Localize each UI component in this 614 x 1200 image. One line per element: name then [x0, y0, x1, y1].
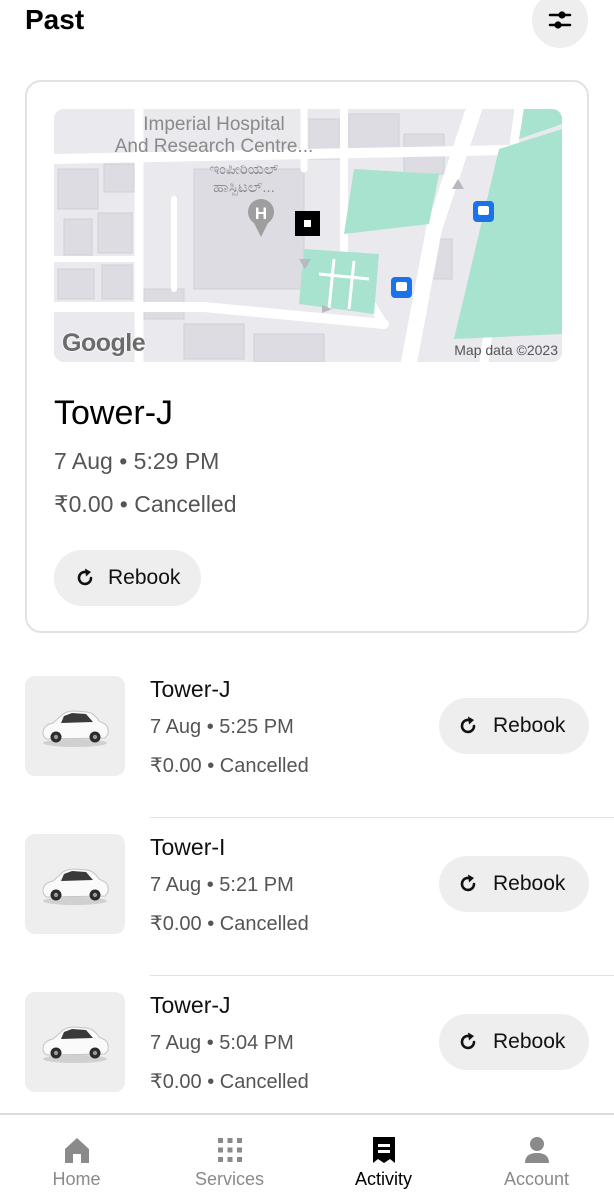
refresh-icon — [460, 716, 476, 734]
svg-text:H: H — [255, 204, 267, 223]
sliders-icon — [548, 11, 572, 29]
map-place-label-local: ಇಂಪೀರಿಯಲ್ ಹಾಸ್ಪಿಟಲ್... — [209, 161, 279, 196]
nav-activity[interactable]: Activity — [307, 1115, 460, 1200]
grid-icon — [217, 1138, 242, 1162]
trip-date: 7 Aug • 5:21 PM — [150, 874, 294, 896]
trip-price-status: ₹0.00 • Cancelled — [150, 1071, 309, 1093]
trip-price-status: ₹0.00 • Cancelled — [150, 755, 309, 777]
person-icon — [524, 1137, 549, 1163]
receipt-icon — [372, 1137, 395, 1163]
map-attribution: Map data ©2023 — [454, 342, 558, 358]
trip-row[interactable]: Tower-J 7 Aug • 5:25 PM ₹0.00 • Cancelle… — [0, 660, 614, 818]
car-icon — [42, 710, 109, 747]
bottom-nav: Home Services Activity Account — [0, 1113, 614, 1200]
map-place-label: Imperial Hospital And Research Centre... — [114, 114, 314, 157]
map-logo: Google — [62, 329, 146, 357]
car-thumbnail — [25, 676, 125, 776]
featured-trip-card[interactable]: H Imperial Hospital And Research Centre.… — [25, 80, 589, 633]
nav-home[interactable]: Home — [0, 1115, 153, 1200]
featured-trip-date: 7 Aug • 5:29 PM — [54, 448, 220, 474]
car-thumbnail — [25, 992, 125, 1092]
trip-title: Tower-I — [150, 834, 226, 860]
nav-label: Services — [194, 1169, 265, 1189]
refresh-icon — [460, 1032, 476, 1050]
page-title: Past — [25, 4, 85, 35]
rebook-label: Rebook — [493, 714, 566, 737]
rebook-button[interactable]: Rebook — [439, 856, 589, 912]
trip-title: Tower-J — [150, 992, 231, 1018]
home-icon — [64, 1138, 89, 1163]
nav-label: Home — [52, 1169, 101, 1189]
trip-date: 7 Aug • 5:04 PM — [150, 1032, 294, 1054]
nav-services[interactable]: Services — [153, 1115, 306, 1200]
car-icon — [42, 868, 109, 905]
trip-row[interactable]: Tower-J 7 Aug • 5:04 PM ₹0.00 • Cancelle… — [0, 976, 614, 1134]
rebook-label: Rebook — [493, 1030, 566, 1053]
featured-trip-title: Tower-J — [54, 394, 174, 432]
refresh-icon — [460, 874, 476, 892]
rebook-label: Rebook — [493, 872, 566, 895]
nav-account[interactable]: Account — [460, 1115, 613, 1200]
rebook-button[interactable]: Rebook — [439, 698, 589, 754]
refresh-icon — [77, 568, 93, 586]
nav-label: Account — [503, 1169, 570, 1189]
trip-row[interactable]: Tower-I 7 Aug • 5:21 PM ₹0.00 • Cancelle… — [0, 818, 614, 976]
nav-label: Activity — [354, 1169, 412, 1189]
header: Past — [0, 0, 614, 60]
car-thumbnail — [25, 834, 125, 934]
rebook-button[interactable]: Rebook — [439, 1014, 589, 1070]
trip-price-status: ₹0.00 • Cancelled — [150, 913, 309, 935]
featured-rebook-button[interactable]: Rebook — [54, 550, 201, 606]
trip-title: Tower-J — [150, 676, 231, 702]
trip-date: 7 Aug • 5:25 PM — [150, 716, 294, 738]
filter-button[interactable] — [532, 0, 588, 48]
featured-trip-price-status: ₹0.00 • Cancelled — [54, 491, 237, 517]
rebook-label: Rebook — [108, 566, 181, 589]
trip-map: H Imperial Hospital And Research Centre.… — [54, 109, 562, 362]
car-icon — [42, 1026, 109, 1063]
